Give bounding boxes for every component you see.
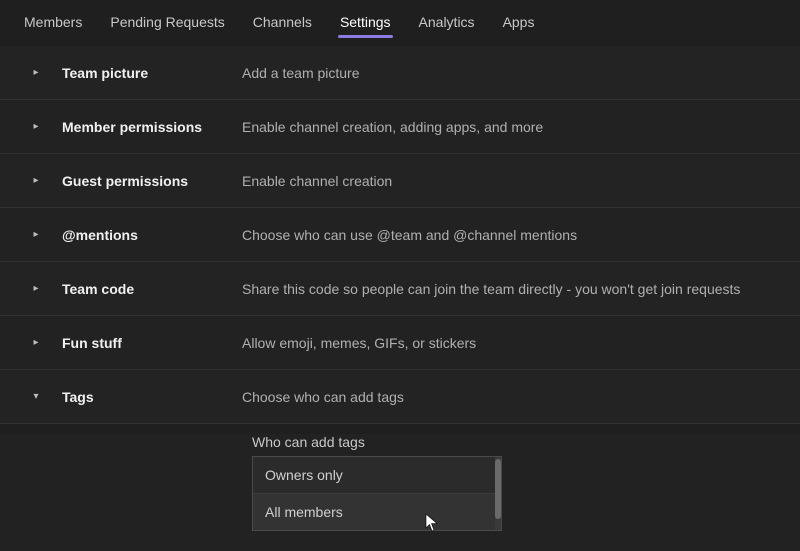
scrollbar[interactable] (495, 457, 501, 530)
settings-row-guest-permissions[interactable]: ▸ Guest permissions Enable channel creat… (0, 154, 800, 208)
row-desc: Allow emoji, memes, GIFs, or stickers (242, 335, 790, 351)
settings-row-fun-stuff[interactable]: ▸ Fun stuff Allow emoji, memes, GIFs, or… (0, 316, 800, 370)
tags-field-label: Who can add tags (252, 434, 800, 450)
row-desc: Enable channel creation, adding apps, an… (242, 119, 790, 135)
row-title: Tags (62, 389, 242, 405)
row-desc: Choose who can add tags (242, 389, 790, 405)
row-desc: Enable channel creation (242, 173, 790, 189)
settings-panel: ▸ Team picture Add a team picture ▸ Memb… (0, 40, 800, 551)
tags-option-all-members[interactable]: All members (253, 494, 501, 530)
chevron-down-icon: ▾ (28, 391, 44, 402)
tab-pending-requests[interactable]: Pending Requests (96, 8, 238, 40)
settings-row-mentions[interactable]: ▸ @mentions Choose who can use @team and… (0, 208, 800, 262)
chevron-right-icon: ▸ (28, 283, 44, 294)
settings-row-team-code[interactable]: ▸ Team code Share this code so people ca… (0, 262, 800, 316)
row-title: @mentions (62, 227, 242, 243)
tab-apps[interactable]: Apps (489, 8, 549, 40)
chevron-right-icon: ▸ (28, 229, 44, 240)
tags-expanded-region: Who can add tags Owners only All members (0, 434, 800, 551)
tab-bar: Members Pending Requests Channels Settin… (0, 0, 800, 40)
chevron-right-icon: ▸ (28, 67, 44, 78)
row-title: Member permissions (62, 119, 242, 135)
tags-dropdown[interactable]: Owners only All members (252, 456, 502, 531)
settings-row-team-picture[interactable]: ▸ Team picture Add a team picture (0, 46, 800, 100)
row-desc: Add a team picture (242, 65, 790, 81)
row-title: Fun stuff (62, 335, 242, 351)
row-desc: Share this code so people can join the t… (242, 281, 790, 297)
row-title: Team code (62, 281, 242, 297)
chevron-right-icon: ▸ (28, 337, 44, 348)
tab-settings[interactable]: Settings (326, 8, 405, 40)
chevron-right-icon: ▸ (28, 175, 44, 186)
settings-row-tags[interactable]: ▾ Tags Choose who can add tags (0, 370, 800, 424)
row-title: Guest permissions (62, 173, 242, 189)
tab-analytics[interactable]: Analytics (405, 8, 489, 40)
settings-row-member-permissions[interactable]: ▸ Member permissions Enable channel crea… (0, 100, 800, 154)
tags-option-owners-only[interactable]: Owners only (253, 457, 501, 494)
row-desc: Choose who can use @team and @channel me… (242, 227, 790, 243)
tab-members[interactable]: Members (10, 8, 96, 40)
chevron-right-icon: ▸ (28, 121, 44, 132)
row-title: Team picture (62, 65, 242, 81)
tab-channels[interactable]: Channels (239, 8, 326, 40)
